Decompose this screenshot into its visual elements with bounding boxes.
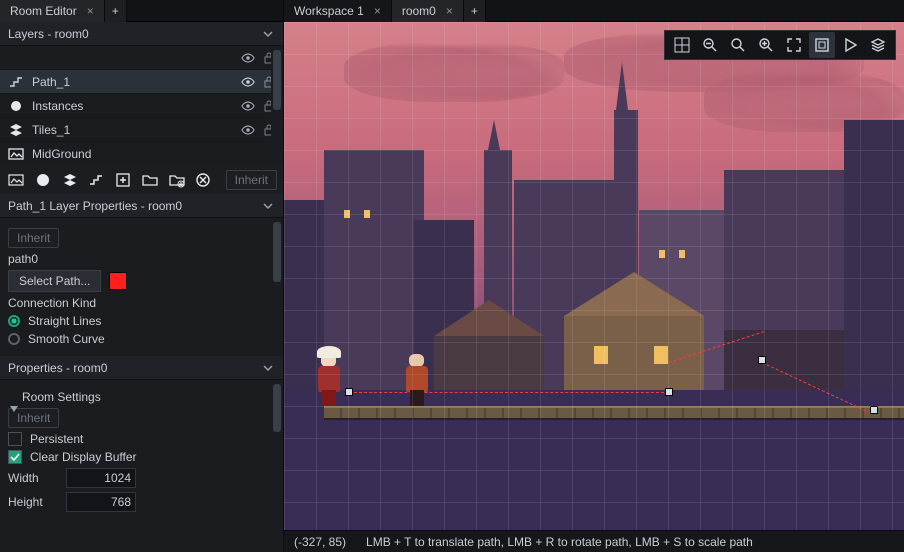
path-name-label: path0 — [8, 252, 38, 266]
inherit-button[interactable]: Inherit — [226, 170, 277, 190]
height-field[interactable] — [66, 492, 136, 512]
layer-label: Path_1 — [32, 75, 70, 89]
layers-icon[interactable] — [865, 32, 891, 58]
checkbox-off-icon — [8, 432, 22, 446]
connection-kind-label: Connection Kind — [8, 296, 96, 310]
radio-straight[interactable]: Straight Lines — [8, 314, 275, 328]
chevron-down-icon — [261, 361, 275, 375]
triangle-down-icon — [10, 406, 18, 412]
chevron-down-icon — [261, 27, 275, 41]
radio-smooth[interactable]: Smooth Curve — [8, 332, 275, 346]
clear-buffer-check[interactable]: Clear Display Buffer — [8, 450, 275, 464]
layer-label: MidGround — [32, 147, 91, 161]
radio-off-icon — [8, 333, 20, 345]
layer-row-path1[interactable]: Path_1 — [0, 70, 283, 94]
eye-icon[interactable] — [241, 51, 255, 65]
radio-on-icon — [8, 315, 20, 327]
path-layer-icon — [8, 74, 24, 90]
room-viewport[interactable] — [284, 22, 904, 530]
layer-props-header[interactable]: Path_1 Layer Properties - room0 — [0, 194, 283, 218]
chevron-down-icon — [261, 199, 275, 213]
tab-label: room0 — [402, 4, 436, 18]
layers-scrollbar[interactable] — [271, 46, 283, 166]
tab-label: Workspace 1 — [294, 4, 364, 18]
tile-layer-icon — [8, 122, 24, 138]
room-settings-toggle[interactable]: Room Settings — [8, 390, 275, 404]
add-folder-icon[interactable] — [140, 169, 161, 191]
persistent-check[interactable]: Persistent — [8, 432, 275, 446]
close-icon[interactable]: × — [87, 4, 94, 18]
room-props-header[interactable]: Properties - room0 — [0, 356, 283, 380]
layer-row[interactable] — [0, 46, 283, 70]
tab-room-editor[interactable]: Room Editor × — [0, 0, 105, 22]
select-path-button[interactable]: Select Path... — [8, 270, 101, 292]
width-label: Width — [8, 471, 58, 485]
instance-layer-icon — [8, 98, 24, 114]
grid-overlay — [284, 22, 904, 530]
room-props-scrollbar[interactable] — [271, 380, 283, 552]
layer-toolbar: Inherit — [0, 166, 283, 194]
eye-icon[interactable] — [241, 123, 255, 137]
layer-label: Instances — [32, 99, 83, 113]
close-icon[interactable]: × — [374, 4, 381, 18]
zoom-reset-icon[interactable] — [725, 32, 751, 58]
height-label: Height — [8, 495, 58, 509]
layers-header[interactable]: Layers - room0 — [0, 22, 283, 46]
eye-icon[interactable] — [241, 75, 255, 89]
add-asset-layer-icon[interactable] — [113, 169, 134, 191]
eye-icon[interactable] — [241, 99, 255, 113]
zoom-in-icon[interactable] — [753, 32, 779, 58]
layer-label: Tiles_1 — [32, 123, 70, 137]
add-path-layer-icon[interactable] — [86, 169, 107, 191]
room-props-title: Properties - room0 — [8, 361, 107, 375]
hint-label: LMB + T to translate path, LMB + R to ro… — [366, 535, 753, 549]
status-bar: (-327, 85) LMB + T to translate path, LM… — [284, 530, 904, 552]
layer-row-midground[interactable]: MidGround — [0, 142, 283, 166]
inherit-button[interactable]: Inherit — [8, 228, 59, 248]
fullscreen-icon[interactable] — [781, 32, 807, 58]
layers-title: Layers - room0 — [8, 27, 89, 41]
width-field[interactable] — [66, 468, 136, 488]
views-icon[interactable] — [809, 32, 835, 58]
layer-row-instances[interactable]: Instances — [0, 94, 283, 118]
add-tile-layer-icon[interactable] — [59, 169, 80, 191]
layer-row-tiles1[interactable]: Tiles_1 — [0, 118, 283, 142]
props-scrollbar[interactable] — [271, 218, 283, 356]
checkbox-on-icon — [8, 450, 22, 464]
path-color-swatch[interactable] — [109, 272, 127, 290]
delete-layer-icon[interactable] — [193, 169, 214, 191]
tab-add[interactable]: + — [464, 0, 486, 22]
tab-workspace1[interactable]: Workspace 1 × — [284, 0, 392, 22]
layer-props-title: Path_1 Layer Properties - room0 — [8, 199, 182, 213]
tab-add[interactable]: + — [105, 0, 127, 22]
add-bg-layer-icon[interactable] — [6, 169, 27, 191]
tab-room0[interactable]: room0 × — [392, 0, 464, 22]
bg-layer-icon — [8, 146, 24, 162]
play-icon[interactable] — [837, 32, 863, 58]
inherit-layer-icon[interactable] — [166, 169, 187, 191]
zoom-out-icon[interactable] — [697, 32, 723, 58]
tab-label: Room Editor — [10, 4, 77, 18]
grid-icon[interactable] — [669, 32, 695, 58]
viewport-toolbar — [664, 30, 896, 60]
close-icon[interactable]: × — [446, 4, 453, 18]
add-instance-layer-icon[interactable] — [33, 169, 54, 191]
coords-label: (-327, 85) — [294, 535, 346, 549]
